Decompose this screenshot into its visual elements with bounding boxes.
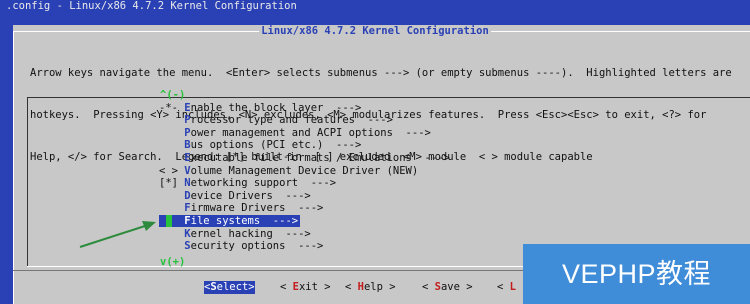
menu-item-label: etworking support ---> (190, 177, 337, 190)
menu-item[interactable]: -*- Enable the block layer ---> (159, 102, 361, 115)
button-open-bracket: < (422, 281, 435, 293)
button-label: xit (298, 281, 318, 293)
menu-item-prefix (159, 152, 184, 164)
button-label: elect (216, 281, 249, 293)
scroll-down-indicator: v(+) (160, 256, 186, 268)
menu-item-label: ile systems ---> (190, 214, 299, 227)
menu-item[interactable]: Kernel hacking ---> (159, 227, 311, 241)
button-label: ave (440, 281, 460, 293)
menu-item-prefix (159, 240, 184, 252)
button-help[interactable]: < Help > (345, 281, 396, 294)
menu-item[interactable]: [*] Networking support ---> (159, 177, 336, 190)
menu-item-prefix (159, 202, 184, 214)
button-l[interactable]: < L (497, 281, 516, 294)
button-open-bracket: < (345, 281, 358, 293)
dialog-title-bar: Linux/x86 4.7.2 Kernel Configuration (0, 25, 750, 38)
menu-item-label: olume Management Device Driver (NEW) (190, 164, 419, 177)
menu-item-label: xecutable file formats / Emulations ---> (190, 151, 450, 164)
menu-item[interactable]: Device Drivers ---> (159, 189, 311, 203)
cursor-block (166, 214, 172, 227)
menu-item-prefix (159, 127, 184, 139)
window-title: .config - Linux/x86 4.7.2 Kernel Configu… (6, 0, 297, 12)
button-open-bracket: < (497, 281, 510, 293)
button-exit[interactable]: < Exit > (280, 281, 331, 294)
menu-item[interactable]: Firmware Drivers ---> (159, 202, 323, 215)
button-label: elp (363, 281, 383, 293)
help-line: Arrow keys navigate the menu. <Enter> se… (30, 67, 732, 79)
menu-item-prefix: [*] (159, 177, 185, 190)
menu-item-prefix (159, 190, 184, 202)
button-close-bracket: > (382, 281, 396, 293)
menu-item-label: us options (PCI etc.) ---> (190, 139, 362, 152)
menu-item-label: ower management and ACPI options ---> (190, 126, 431, 139)
menu-item[interactable]: Processor type and features ---> (159, 114, 393, 127)
watermark: VEPHP教程 (523, 244, 750, 304)
scroll-up-indicator: ^(-) (160, 89, 186, 101)
dialog-border-left (13, 31, 14, 304)
menu-item[interactable]: File systems ---> (159, 214, 301, 228)
menu-item-label: evice Drivers ---> (190, 189, 311, 202)
menu-item-prefix: -*- (159, 101, 185, 114)
button-close-bracket: > (248, 281, 255, 293)
button-open-bracket: < (280, 281, 293, 293)
button-hotkey: L (509, 281, 516, 293)
menu-item-label: ecurity options ---> (190, 240, 324, 253)
menu-item[interactable]: Executable file formats / Emulations ---… (159, 152, 450, 165)
menu-item-prefix (159, 228, 184, 240)
menu-item[interactable]: Security options ---> (159, 240, 323, 253)
button-close-bracket: > (317, 281, 331, 293)
menu-item[interactable]: Power management and ACPI options ---> (159, 127, 431, 140)
menu-item-prefix (159, 139, 184, 151)
annotation-arrow (79, 221, 156, 248)
menu-item-label: nable the block layer ---> (190, 101, 362, 114)
menu-item-prefix (159, 114, 184, 126)
menu-item[interactable]: Bus options (PCI etc.) ---> (159, 139, 361, 152)
button-save[interactable]: < Save > (422, 281, 473, 294)
dialog-title: Linux/x86 4.7.2 Kernel Configuration (259, 25, 491, 37)
menu-item-label: rocessor type and features ---> (190, 114, 393, 127)
menu-item-label: irmware Drivers ---> (190, 202, 324, 215)
button-select[interactable]: <Select> (204, 281, 255, 294)
button-close-bracket: > (459, 281, 473, 293)
menu-item-label: ernel hacking ---> (190, 227, 311, 240)
menu-item-prefix: < > (159, 164, 185, 177)
menu-item[interactable]: < > Volume Management Device Driver (NEW… (159, 165, 418, 178)
